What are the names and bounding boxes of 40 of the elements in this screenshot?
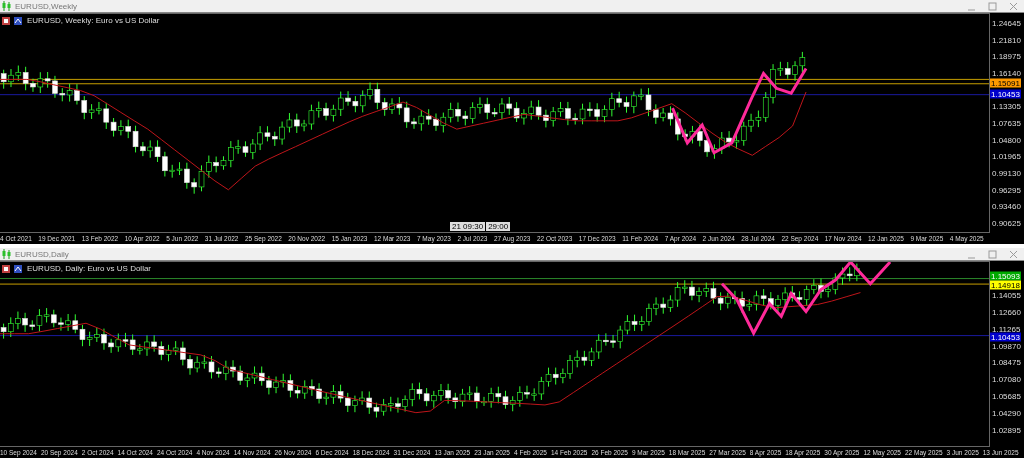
crosshair-time-label: 29:00 <box>486 222 511 231</box>
price-axis-label: 1.09870 <box>992 341 1021 351</box>
price-axis-label: 1.24645 <box>992 18 1021 28</box>
chart-symbol-label: EURUSD, Daily: Euro vs US Dollar <box>27 264 152 273</box>
price-axis-label: 1.05685 <box>992 391 1021 401</box>
price-tag: 1.10453 <box>990 89 1021 99</box>
chart-info-icon <box>2 16 24 25</box>
price-axis-label: 1.21810 <box>992 35 1021 45</box>
price-axis-label: 0.96295 <box>992 185 1021 195</box>
candlestick-icon <box>2 249 12 259</box>
price-axis-label: 0.93460 <box>992 201 1021 211</box>
window-title: EURUSD,Weekly <box>15 1 78 11</box>
price-tag: 1.15091 <box>990 78 1021 88</box>
window-title: EURUSD,Daily <box>15 249 69 259</box>
price-axis-label: 1.07635 <box>992 118 1021 128</box>
price-axis-label: 1.11265 <box>992 324 1021 334</box>
price-axis-label: 1.04800 <box>992 135 1021 145</box>
crosshair-time-label: 21 09:30 <box>450 222 486 231</box>
chart-info-icon <box>2 264 24 273</box>
price-tag: 1.15093 <box>990 271 1021 281</box>
maximize-icon[interactable] <box>988 1 997 11</box>
price-axis-label: 1.12660 <box>992 307 1021 317</box>
price-axis-label: 0.99130 <box>992 168 1021 178</box>
close-icon[interactable] <box>1009 1 1018 11</box>
close-icon[interactable] <box>1009 249 1018 259</box>
price-tag: 1.10453 <box>990 332 1021 342</box>
price-axis-label: 0.90625 <box>992 218 1021 228</box>
price-axis-label: 1.14055 <box>992 290 1021 300</box>
price-axis-label: 1.02895 <box>992 425 1021 435</box>
chart-symbol-label: EURUSD, Weekly: Euro vs US Dollar <box>27 16 160 25</box>
price-tag: 1.14918 <box>990 280 1021 290</box>
price-axis-label: 1.08475 <box>992 357 1021 367</box>
price-axis-label: 1.04290 <box>992 408 1021 418</box>
price-axis-label: 1.13305 <box>992 101 1021 111</box>
candlestick-icon <box>2 1 12 11</box>
price-axis-label: 1.01965 <box>992 151 1021 161</box>
price-axis-label: 1.07080 <box>992 374 1021 384</box>
price-axis-label: 1.18975 <box>992 51 1021 61</box>
price-axis-label: 1.16140 <box>992 68 1021 78</box>
maximize-icon[interactable] <box>988 249 997 259</box>
